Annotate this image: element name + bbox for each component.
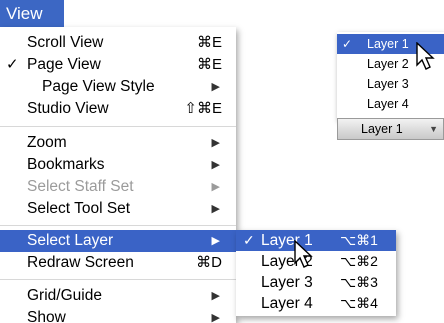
- menu-item-label: Studio View: [27, 100, 109, 117]
- menu-item-label: Bookmarks: [27, 156, 105, 173]
- submenu-item-shortcut: ⌥⌘1: [340, 232, 378, 248]
- menu-item-show[interactable]: Show ▶: [0, 307, 236, 323]
- menu-item-grid-guide[interactable]: Grid/Guide ▶: [0, 285, 236, 307]
- menu-item-label: Page View: [27, 56, 101, 73]
- submenu-item-layer-4[interactable]: Layer 4 ⌥⌘4: [236, 293, 396, 314]
- submenu-item-label: Layer 3: [261, 274, 313, 291]
- popup-item-label: Layer 4: [367, 97, 409, 111]
- submenu-arrow-icon: ▶: [211, 203, 220, 215]
- menu-separator: [0, 225, 236, 226]
- menu-separator: [0, 126, 236, 127]
- submenu-item-label: Layer 4: [261, 295, 313, 312]
- menu-item-shortcut: ⇧⌘E: [184, 100, 222, 117]
- checkmark-icon: ✓: [243, 232, 255, 248]
- menu-item-page-view[interactable]: ✓ Page View ⌘E: [0, 54, 236, 76]
- submenu-item-layer-3[interactable]: Layer 3 ⌥⌘3: [236, 272, 396, 293]
- menu-item-label: Select Layer: [27, 232, 114, 249]
- menu-item-select-staff-set: Select Staff Set ▶: [0, 176, 236, 198]
- popup-item-label: Layer 3: [367, 77, 409, 91]
- menu-item-shortcut: ⌘D: [196, 254, 222, 271]
- checkmark-icon: ✓: [342, 37, 353, 51]
- menu-item-label: Zoom: [27, 134, 67, 151]
- menu-item-select-tool-set[interactable]: Select Tool Set ▶: [0, 198, 236, 220]
- menu-item-zoom[interactable]: Zoom ▶: [0, 132, 236, 154]
- popup-item-label: Layer 1: [367, 37, 409, 51]
- submenu-item-shortcut: ⌥⌘3: [340, 274, 378, 290]
- popup-item-label: Layer 2: [367, 57, 409, 71]
- submenu-item-shortcut: ⌥⌘2: [340, 253, 378, 269]
- submenu-item-shortcut: ⌥⌘4: [340, 295, 378, 311]
- menu-item-select-layer[interactable]: Select Layer ▶: [0, 230, 236, 252]
- submenu-arrow-icon: ▶: [211, 312, 220, 323]
- submenu-arrow-icon: ▶: [211, 81, 220, 93]
- submenu-arrow-icon: ▶: [211, 290, 220, 302]
- menu-item-label: Select Staff Set: [27, 178, 134, 195]
- checkmark-icon: ✓: [6, 56, 19, 73]
- menu-separator: [0, 279, 236, 280]
- menu-item-label: Show: [27, 309, 66, 323]
- submenu-arrow-icon: ▶: [211, 235, 220, 247]
- menu-item-label: Scroll View: [27, 34, 104, 51]
- layer-popup-button[interactable]: Layer 1 ▼: [337, 118, 444, 140]
- menu-item-label: Select Tool Set: [27, 200, 131, 217]
- menu-item-studio-view[interactable]: Studio View ⇧⌘E: [0, 98, 236, 120]
- menu-item-redraw-screen[interactable]: Redraw Screen ⌘D: [0, 252, 236, 274]
- menu-item-scroll-view[interactable]: Scroll View ⌘E: [0, 32, 236, 54]
- chevron-down-icon: ▼: [429, 124, 438, 134]
- popup-item-layer-3[interactable]: Layer 3: [337, 74, 444, 94]
- menu-item-label: Page View Style: [42, 78, 155, 95]
- popup-item-layer-4[interactable]: Layer 4: [337, 94, 444, 114]
- menu-item-label: Redraw Screen: [27, 254, 134, 271]
- menu-item-shortcut: ⌘E: [196, 34, 222, 51]
- menu-item-label: Grid/Guide: [27, 287, 102, 304]
- pointer-cursor-icon: [294, 240, 313, 268]
- submenu-arrow-icon: ▶: [211, 137, 220, 149]
- layer-popup-value: Layer 1: [361, 122, 403, 136]
- view-menu-title[interactable]: View: [0, 0, 64, 27]
- menu-item-bookmarks[interactable]: Bookmarks ▶: [0, 154, 236, 176]
- menu-item-page-view-style[interactable]: Page View Style ▶: [0, 76, 236, 98]
- view-menu: Scroll View ⌘E ✓ Page View ⌘E Page View …: [0, 27, 236, 323]
- submenu-arrow-icon: ▶: [211, 181, 220, 193]
- menu-item-shortcut: ⌘E: [196, 56, 222, 73]
- pointer-cursor-icon: [416, 42, 435, 70]
- submenu-arrow-icon: ▶: [211, 159, 220, 171]
